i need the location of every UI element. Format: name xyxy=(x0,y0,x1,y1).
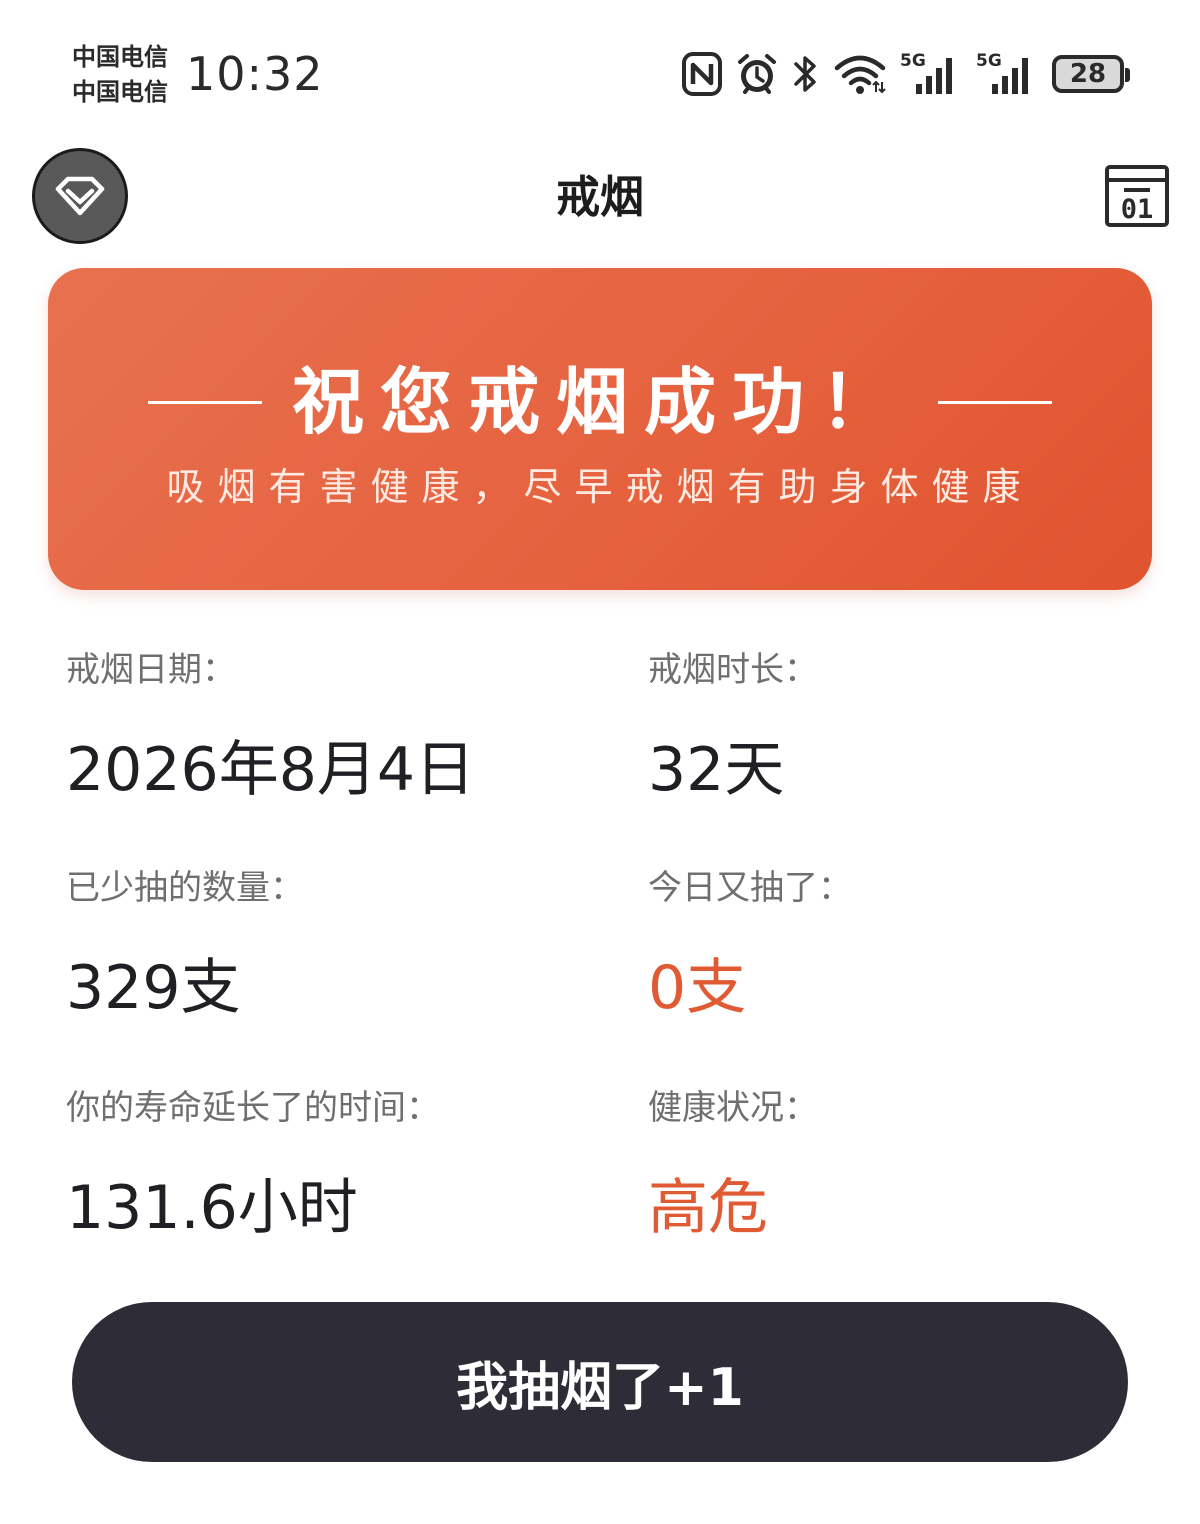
app-header: 戒烟 01 xyxy=(0,140,1200,260)
calendar-button[interactable]: 01 xyxy=(1104,162,1170,228)
carrier-2: 中国电信 xyxy=(72,78,168,106)
encouragement-banner: 祝您戒烟成功！ 吸烟有害健康，尽早戒烟有助身体健康 xyxy=(48,268,1152,590)
page-title: 戒烟 xyxy=(556,172,644,223)
stat-value: 329支 xyxy=(66,953,241,1023)
stat-health-status: 健康状况： 高危 xyxy=(648,1086,1168,1244)
nfc-icon xyxy=(682,52,722,96)
stat-value: 高危 xyxy=(648,1173,768,1243)
stat-label: 你的寿命延长了的时间： xyxy=(66,1088,440,1128)
stat-value: 2026年8月4日 xyxy=(66,735,476,805)
calendar-icon: 01 xyxy=(1105,165,1169,227)
status-time: 10:32 xyxy=(186,47,324,101)
status-icons: 5G 5G 28 xyxy=(682,50,1130,98)
alarm-icon xyxy=(738,54,776,94)
stat-cigarettes-avoided: 已少抽的数量： 329支 xyxy=(66,866,586,1024)
stat-smoked-today: 今日又抽了： 0支 xyxy=(648,866,1168,1024)
smoked-plus-one-button[interactable]: 我抽烟了+1 xyxy=(72,1302,1128,1462)
battery-level: 28 xyxy=(1069,59,1107,89)
signal-icon: 5G xyxy=(976,52,1038,96)
carrier-info: 中国电信 中国电信 xyxy=(72,40,168,110)
stat-label: 健康状况： xyxy=(648,1088,818,1128)
stat-value: 0支 xyxy=(648,953,747,1023)
wifi-icon xyxy=(834,55,886,94)
calendar-icon-text: 01 xyxy=(1121,194,1154,225)
banner-divider-left xyxy=(147,400,262,404)
stat-quit-duration: 戒烟时长： 32天 xyxy=(648,648,1168,806)
banner-title: 祝您戒烟成功！ xyxy=(291,360,908,444)
signal-icon: 5G xyxy=(900,52,962,96)
banner-divider-right xyxy=(938,400,1052,404)
banner-subtitle: 吸烟有害健康，尽早戒烟有助身体健康 xyxy=(166,465,1034,509)
stat-label: 戒烟时长： xyxy=(648,650,818,690)
stat-label: 已少抽的数量： xyxy=(66,868,304,908)
stat-value: 32天 xyxy=(648,735,785,805)
carrier-1: 中国电信 xyxy=(72,43,168,71)
stat-label: 今日又抽了： xyxy=(648,868,852,908)
battery-icon: 28 xyxy=(1052,55,1130,93)
stat-label: 戒烟日期： xyxy=(66,650,236,690)
banner-title-row: 祝您戒烟成功！ xyxy=(48,360,1152,444)
stat-life-extended: 你的寿命延长了的时间： 131.6小时 xyxy=(66,1086,586,1244)
stat-value: 131.6小时 xyxy=(66,1173,358,1243)
stat-quit-date: 戒烟日期： 2026年8月4日 xyxy=(66,648,586,806)
bluetooth-icon xyxy=(794,56,816,92)
status-bar: 中国电信 中国电信 10:32 5G 5G 28 xyxy=(0,0,1200,130)
